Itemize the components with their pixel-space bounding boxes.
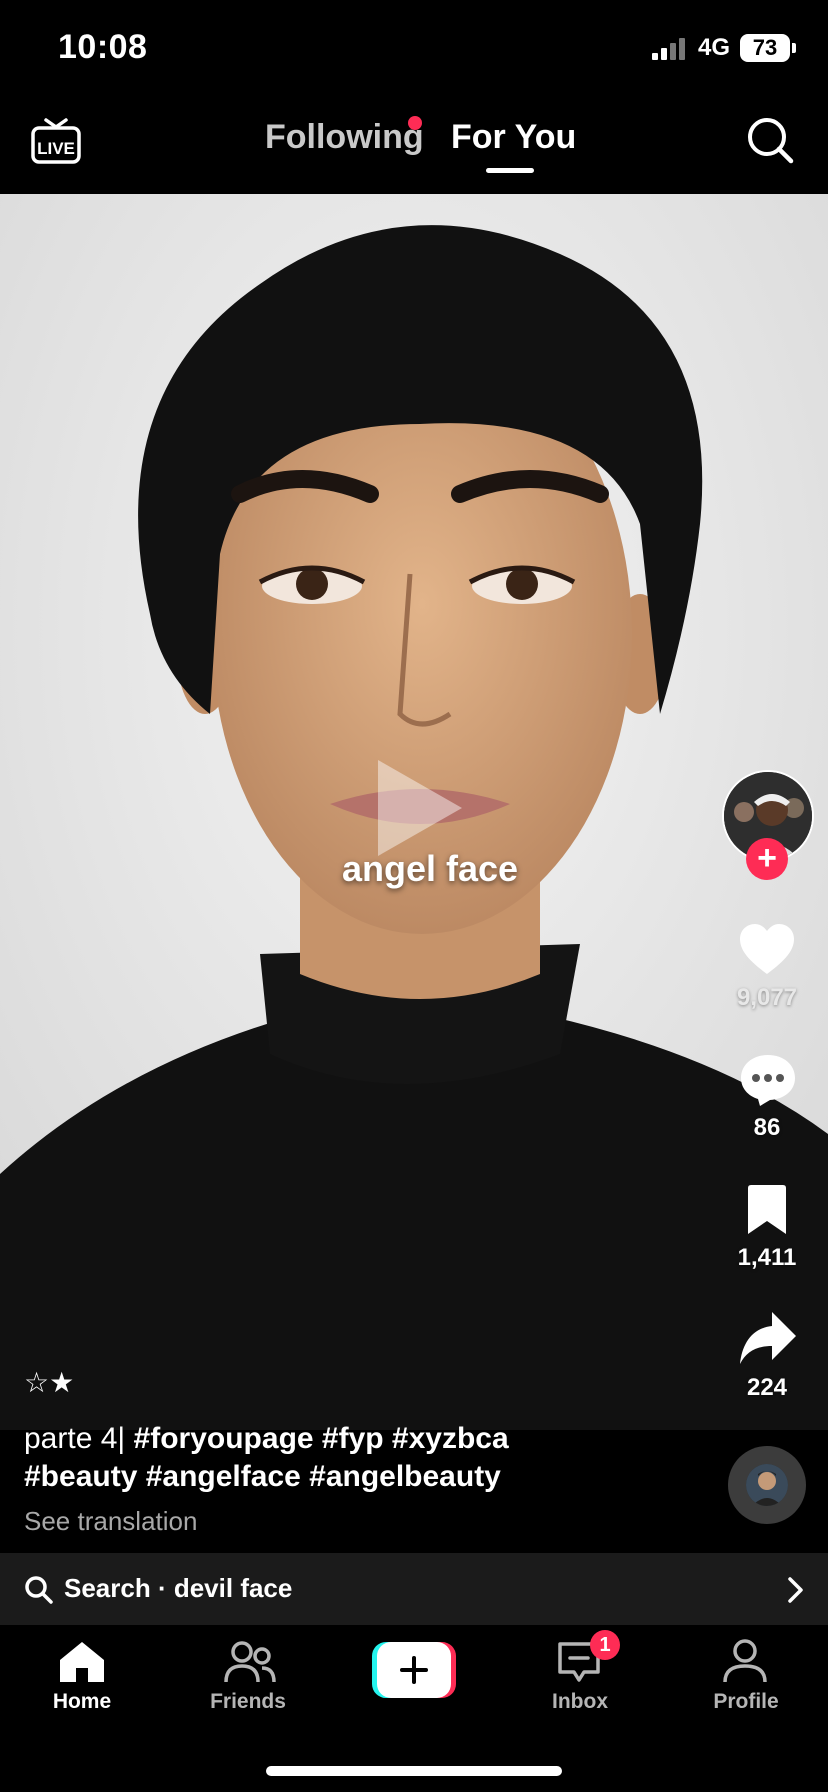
profile-icon[interactable] [722,1638,768,1684]
battery-tip [792,43,796,53]
share-icon[interactable] [738,1310,798,1366]
comment-icon[interactable] [738,1052,798,1108]
video-overlay-text: angel face [341,848,519,889]
bookmark-count: 1,411 [737,1244,797,1271]
caption-hashtags-line2[interactable]: #beauty #angelface #angelbeauty [24,1460,501,1493]
search-suggestion-text[interactable]: Search · devil face [64,1573,292,1604]
signal-strength-icon [652,38,685,60]
caption-prefix: parte 4| [24,1422,126,1455]
search-icon[interactable] [746,116,796,166]
nav-inbox-label[interactable]: Inbox [520,1690,640,1714]
tab-following[interactable]: Following [265,118,424,157]
search-query: devil face [173,1573,293,1603]
video-caption[interactable]: parte 4| #foryoupage #fyp #xyzbca #beaut… [24,1420,724,1496]
nav-profile-label[interactable]: Profile [686,1690,806,1714]
svg-text:LIVE: LIVE [37,139,75,158]
heart-icon[interactable] [738,922,796,976]
nav-home-label[interactable]: Home [22,1690,142,1714]
new-content-dot [408,116,422,130]
home-indicator [266,1766,562,1776]
friends-icon[interactable] [224,1640,276,1684]
search-label: Search · [64,1573,167,1603]
create-button[interactable] [372,1642,456,1698]
tab-for-you[interactable]: For You [451,118,576,157]
comment-count: 86 [753,1114,781,1141]
share-count: 224 [746,1374,788,1401]
inbox-badge: 1 [590,1630,620,1660]
active-tab-indicator [486,168,534,173]
network-type: 4G [698,34,731,61]
like-count: 9,077 [736,984,798,1011]
search-icon [25,1576,53,1604]
home-icon[interactable] [58,1640,106,1684]
live-icon[interactable]: LIVE [30,116,82,166]
star-rating: ☆★ [24,1367,75,1398]
nav-friends-label[interactable]: Friends [188,1690,308,1714]
play-icon[interactable] [370,756,466,860]
bookmark-icon[interactable] [744,1184,790,1236]
status-time: 10:08 [58,28,148,66]
caption-hashtags-line1[interactable]: #foryoupage #fyp #xyzbca [134,1422,509,1455]
chevron-right-icon [788,1577,803,1603]
music-cover-image [746,1464,788,1506]
see-translation-link[interactable]: See translation [24,1506,197,1537]
follow-button[interactable]: + [746,838,788,880]
battery-icon: 73 [740,34,790,62]
